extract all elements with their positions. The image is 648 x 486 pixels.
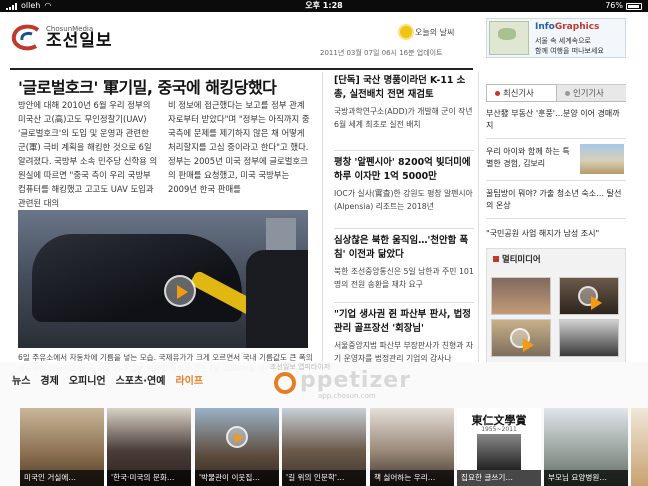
life-card[interactable]: '한국·미국의 문화… bbox=[107, 408, 191, 486]
appetizer-logo: ppetizer app.chosun.com bbox=[270, 366, 450, 402]
latest-news-4[interactable]: "국민공원 사업 해지가 남성 조시" bbox=[486, 228, 626, 240]
card-award-years: 1955~2011 bbox=[481, 426, 517, 433]
battery-group: 76% bbox=[605, 0, 642, 12]
life-card[interactable]: '박물관이 이웃집… bbox=[195, 408, 279, 486]
dot-icon bbox=[565, 91, 570, 96]
brand-circle-icon bbox=[274, 372, 296, 394]
newspaper-page: ChosunMedia 조선일보 오늘의 날씨 2011년 03월 07일 06… bbox=[0, 12, 648, 486]
category-sports[interactable]: 스포츠·연예 bbox=[116, 372, 166, 387]
latest-news-2[interactable]: 우리 아이와 함께 하는 특별한 경험, 김보리 bbox=[486, 146, 574, 170]
tab-latest[interactable]: 최신기사 bbox=[486, 84, 557, 101]
card-portrait bbox=[477, 434, 521, 470]
news-thumbnail[interactable] bbox=[580, 144, 624, 174]
card-caption: 집요한 글쓰기… bbox=[457, 470, 541, 486]
multimedia-thumb-video[interactable] bbox=[559, 277, 619, 315]
right-divider bbox=[486, 218, 626, 219]
infographics-banner[interactable]: InfoGraphics 서울 속 세계속으로 함께 여행을 떠나보세요 bbox=[486, 18, 626, 58]
latest-news-1[interactable]: 부산發 부동산 '훈풍'…분양 이어 경매까지 bbox=[486, 108, 626, 132]
brand-url: app.chosun.com bbox=[318, 392, 376, 400]
update-date: 2011년 03월 07일 06시 16분 업데이트 bbox=[320, 49, 443, 57]
lead-body-col2: 비 정보에 접근했다는 보고를 정부 관계자로부터 받았다"며 "정부는 아직까… bbox=[168, 100, 310, 194]
logo-title: 조선일보 bbox=[46, 31, 113, 51]
category-opinion[interactable]: 오피니언 bbox=[69, 372, 106, 387]
dot-icon bbox=[495, 91, 500, 96]
mid-article-body: 국방과학연구소(ADD)가 개발해 군이 작년 6월 세계 최초로 실전 배치 bbox=[334, 107, 473, 129]
weather-link[interactable]: 오늘의 날씨 bbox=[400, 26, 454, 38]
appetizer-bar: 조선일보 앱피타이저 뉴스 경제 오피니언 스포츠·연예 라이프 ppetize… bbox=[0, 362, 648, 486]
logo-swoosh-icon bbox=[11, 24, 40, 51]
status-bar: olleh ◠ 오후 1:28 76% bbox=[0, 0, 648, 12]
multimedia-heading: 멀티미디어 bbox=[493, 253, 541, 265]
card-caption: 부모님 요양병원… bbox=[544, 470, 628, 486]
lead-headline[interactable]: '글로벌호크' 軍기밀, 중국에 해킹당했다 bbox=[18, 74, 308, 98]
life-card[interactable]: 미국인 거실에… bbox=[20, 408, 104, 486]
life-card[interactable]: 책 싫어하는 우리… bbox=[370, 408, 454, 486]
tab-popular[interactable]: 인기기사 bbox=[557, 84, 626, 101]
category-economy[interactable]: 경제 bbox=[40, 372, 58, 387]
category-life[interactable]: 라이프 bbox=[175, 372, 203, 387]
multimedia-thumb-people[interactable] bbox=[491, 319, 551, 357]
column-divider bbox=[322, 72, 323, 372]
life-card[interactable]: '길 위의 인문학'… bbox=[282, 408, 366, 486]
infographics-line1: 서울 속 세계속으로 bbox=[535, 37, 591, 45]
play-icon[interactable] bbox=[578, 286, 602, 310]
card-image bbox=[631, 408, 648, 486]
mid-article-title: [단독] 국산 명품이라던 K-11 소총, 실전배치 전면 재검토 bbox=[334, 75, 466, 100]
category-nav: 뉴스 경제 오피니언 스포츠·연예 라이프 bbox=[12, 372, 203, 387]
mid-divider bbox=[334, 228, 474, 229]
card-caption: '한국·미국의 문화… bbox=[107, 470, 191, 486]
card-caption: '길 위의 인문학'… bbox=[282, 470, 366, 486]
infographics-title: InfoGraphics bbox=[535, 22, 600, 32]
mid-divider bbox=[334, 150, 474, 151]
category-news[interactable]: 뉴스 bbox=[12, 372, 30, 387]
clock: 오후 1:28 bbox=[305, 1, 343, 10]
multimedia-thumb-dance[interactable] bbox=[491, 277, 551, 315]
play-icon[interactable] bbox=[226, 426, 248, 448]
mid-article-body: IOC가 실사(實査)한 강원도 평창 알펜시아(Alpensia) 리조트는 … bbox=[334, 189, 473, 211]
lead-body-col1: 방안에 대해 2010년 6월 우리 정부의 미국산 고(高)고도 무인정찰기(… bbox=[18, 100, 158, 208]
mid-article-title: 심상찮은 북한 움직임…'천안함 폭침' 이전과 닮았다 bbox=[334, 235, 469, 260]
infographics-line2: 함께 여행을 떠나보세요 bbox=[535, 47, 604, 55]
multimedia-box: 멀티미디어 bbox=[486, 248, 626, 374]
lead-photo[interactable] bbox=[18, 210, 308, 348]
life-card[interactable]: 부모님 요양병원… bbox=[544, 408, 628, 486]
play-icon[interactable] bbox=[164, 275, 196, 307]
latest-news-3[interactable]: 꿀팁방이 뭐야? 가출 청소년 숙소… 탈선의 온상 bbox=[486, 188, 626, 212]
masthead-divider bbox=[10, 68, 473, 70]
mid-divider bbox=[334, 302, 474, 303]
mid-article-4[interactable]: "기업 생사권 쥔 파산부 판사, 법정관리 골프장선 '회장님' 서울중앙지법… bbox=[334, 308, 474, 365]
mid-article-title: 평창 '알펜시아' 8200억 빚더미에 하루 이자만 1억 5000만 bbox=[334, 157, 471, 182]
card-caption: 미국인 거실에… bbox=[20, 470, 104, 486]
mid-article-body: 북한 조선중앙통신은 5일 남한과 주민 101명의 전원 송환을 재차 요구 bbox=[334, 267, 474, 289]
masthead: ChosunMedia 조선일보 오늘의 날씨 2011년 03월 07일 06… bbox=[0, 12, 648, 66]
weather-label: 오늘의 날씨 bbox=[415, 27, 455, 37]
brand-name: ppetizer bbox=[300, 368, 412, 393]
mid-article-2[interactable]: 평창 '알펜시아' 8200억 빚더미에 하루 이자만 1억 5000만 IOC… bbox=[334, 156, 474, 213]
life-card-strip: 미국인 거실에… '한국·미국의 문화… '박물관이 이웃집… '길 위의 인문… bbox=[0, 408, 648, 486]
column-divider bbox=[478, 72, 479, 372]
mid-article-3[interactable]: 심상찮은 북한 움직임…'천안함 폭침' 이전과 닮았다 북한 조선중앙통신은 … bbox=[334, 234, 474, 291]
map-thumbnail bbox=[489, 21, 529, 55]
arm-shape bbox=[246, 250, 308, 348]
mid-article-title: "기업 생사권 쥔 파산부 판사, 법정관리 골프장선 '회장님' bbox=[334, 309, 471, 334]
life-card[interactable]: 東仁文學賞 1955~2011 집요한 글쓰기… bbox=[457, 408, 541, 486]
life-card-partial[interactable] bbox=[631, 408, 648, 486]
card-caption: '박물관이 이웃집… bbox=[195, 470, 279, 486]
battery-percent: 76% bbox=[605, 1, 623, 10]
square-icon bbox=[493, 256, 499, 262]
play-icon[interactable] bbox=[510, 328, 534, 352]
right-divider bbox=[486, 138, 626, 139]
card-caption: 책 싫어하는 우리… bbox=[370, 470, 454, 486]
news-tabs: 최신기사 인기기사 bbox=[486, 84, 626, 102]
mid-article-1[interactable]: [단독] 국산 명품이라던 K-11 소총, 실전배치 전면 재검토 국방과학연… bbox=[334, 74, 474, 131]
right-divider bbox=[486, 180, 626, 181]
multimedia-thumb-group[interactable] bbox=[559, 319, 619, 357]
chosun-logo[interactable]: ChosunMedia 조선일보 bbox=[10, 24, 113, 52]
sun-icon bbox=[400, 26, 412, 38]
battery-icon bbox=[626, 2, 642, 10]
